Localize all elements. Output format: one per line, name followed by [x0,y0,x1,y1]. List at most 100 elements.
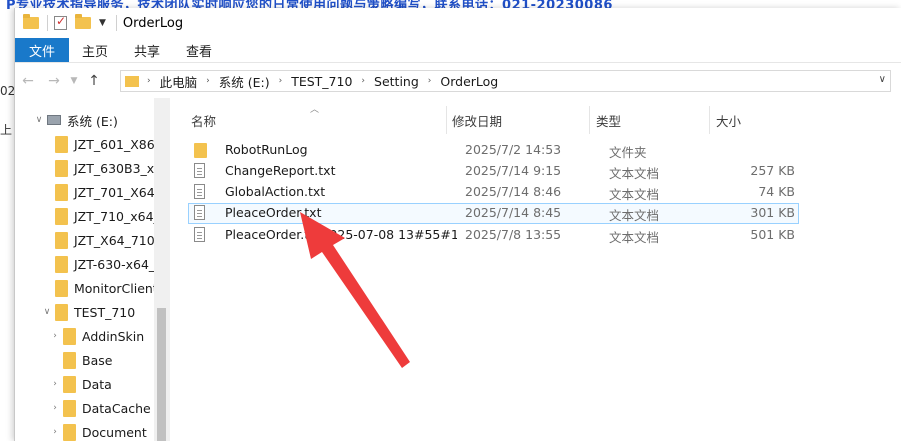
separator [47,15,48,31]
folder-icon [125,75,139,87]
folder-icon [63,327,76,345]
folder-icon [55,303,68,321]
tab-file[interactable]: 文件 [15,38,69,62]
tree-item-label: JZT_601_X86 [74,136,155,152]
breadcrumb-chevron-icon[interactable]: › [361,76,365,86]
file-row[interactable]: ChangeReport.txt 2025/7/14 9:15 文本文档 257… [188,161,799,182]
tree-item-folder[interactable]: › Data [49,372,112,396]
expand-chevron-icon[interactable]: › [49,379,61,389]
navigation-bar: ← → ▼ ↑ › 此电脑 › 系统 (E:) › TEST_710 › Set… [15,66,901,96]
tab-view[interactable]: 查看 [173,38,225,62]
column-header-size[interactable]: 大小 [716,106,796,134]
column-header-type[interactable]: 类型 [596,106,706,134]
tree-item-folder[interactable]: JZT_X64_710 [55,228,155,252]
tree-item-test-710[interactable]: ∨ TEST_710 [41,300,135,324]
breadcrumb-chevron-icon[interactable]: › [428,76,432,86]
new-folder-icon[interactable] [75,14,91,29]
tree-item-folder[interactable]: JZT_710_x64_r [55,204,165,228]
folder-icon [55,159,68,177]
tree-item-label: 系统 (E:) [67,113,118,129]
tree-item-folder[interactable]: JZT_630B3_x6 [55,156,162,180]
address-bar[interactable]: › 此电脑 › 系统 (E:) › TEST_710 › Setting › O… [120,70,891,92]
text-file-icon [194,205,205,220]
tab-home[interactable]: 主页 [69,38,121,62]
file-row-selected[interactable]: PleaceOrder.txt 2025/7/14 8:45 文本文档 301 … [188,203,799,224]
tree-item-label: JZT_710_x64_r [74,208,165,224]
nav-scrollbar-thumb[interactable] [157,308,166,441]
file-type: 文本文档 [609,187,660,202]
folder-icon [194,143,207,158]
breadcrumb-setting[interactable]: Setting [374,74,419,89]
tree-item-label: Document [82,424,147,440]
file-explorer-window: ▼ OrderLog 文件 主页 共享 查看 ← → ▼ ↑ › 此电脑 › 系… [14,8,901,441]
tab-share[interactable]: 共享 [121,38,173,62]
recent-locations-chevron-icon[interactable]: ▼ [67,76,81,86]
ribbon-tabs: 文件 主页 共享 查看 [15,38,901,63]
file-row[interactable]: PleaceOrder.txt2025-07-08 13#55#11... 20… [188,225,799,246]
tree-item-folder[interactable]: JZT-630-x64_ [55,252,155,276]
column-header-name[interactable]: 名称 [191,106,446,134]
folder-icon [55,135,68,153]
customize-toolbar-chevron-icon[interactable]: ▼ [99,18,106,28]
file-type: 文本文档 [609,208,660,223]
file-size: 74 KB [758,184,795,199]
breadcrumb-drive[interactable]: 系统 (E:) [219,72,270,91]
folder-icon [55,231,68,249]
text-file-icon [194,184,205,199]
expand-chevron-icon[interactable]: › [49,331,61,341]
breadcrumb-chevron-icon[interactable]: › [206,76,210,86]
file-name: RobotRunLog [225,142,308,157]
tree-item-folder[interactable]: › DataCache [49,396,151,420]
file-date: 2025/7/14 8:45 [465,205,562,220]
tree-item-label: Base [82,352,113,368]
expand-chevron-icon[interactable]: › [49,427,61,437]
folder-icon [55,183,68,201]
navigation-pane: ∨ 系统 (E:) JZT_601_X86 JZT_630B3_x6 JZT_7… [15,98,170,441]
file-row[interactable]: RobotRunLog 2025/7/2 14:53 文件夹 [188,140,799,161]
tree-item-label: Data [82,376,112,392]
tree-item-folder[interactable]: MonitorClient [55,276,158,300]
file-type: 文本文档 [609,166,660,181]
folder-icon [55,255,68,273]
tree-item-drive-e[interactable]: ∨ 系统 (E:) [33,108,118,132]
tree-item-label: JZT_701_X64 [74,184,155,200]
file-size: 501 KB [750,227,795,242]
folder-icon [55,279,68,297]
breadcrumb-test-710[interactable]: TEST_710 [291,74,352,89]
tree-item-folder[interactable]: › AddinSkin [49,324,144,348]
file-name: PleaceOrder.txt2025-07-08 13#55#11... [225,227,457,242]
tree-item-folder[interactable]: JZT_701_X64 [55,180,155,204]
breadcrumb-this-pc[interactable]: 此电脑 [160,72,198,91]
column-header-date[interactable]: 修改日期 [452,106,588,134]
breadcrumb-orderlog[interactable]: OrderLog [440,74,498,89]
expand-chevron-icon[interactable]: › [49,403,61,413]
file-date: 2025/7/2 14:53 [465,142,562,157]
folder-icon [55,207,68,225]
column-divider[interactable] [589,106,590,134]
file-name: GlobalAction.txt [225,184,326,199]
column-divider[interactable] [709,106,710,134]
tree-item-folder[interactable]: JZT_601_X86 [55,132,155,156]
forward-arrow-icon[interactable]: → [41,73,67,89]
folder-icon [63,423,76,441]
folder-icon [23,14,39,29]
text-file-icon [194,227,205,242]
back-arrow-icon[interactable]: ← [15,73,41,89]
column-divider[interactable] [446,106,447,134]
drive-icon [47,115,61,125]
collapse-chevron-icon[interactable]: ∨ [41,307,53,317]
file-row[interactable]: GlobalAction.txt 2025/7/14 8:46 文本文档 74 … [188,182,799,203]
folder-icon [63,351,76,369]
file-type: 文本文档 [609,230,660,245]
properties-icon[interactable] [54,14,67,30]
address-dropdown-chevron-icon[interactable]: ∨ [879,74,886,85]
up-arrow-icon[interactable]: ↑ [81,73,107,89]
collapse-chevron-icon[interactable]: ∨ [33,115,45,125]
tree-item-label: MonitorClient [74,280,158,296]
breadcrumb-chevron-icon[interactable]: › [147,76,151,86]
file-date: 2025/7/8 13:55 [465,227,562,242]
breadcrumb-chevron-icon[interactable]: › [279,76,283,86]
tree-item-folder[interactable]: › Document [49,420,147,441]
tree-item-folder[interactable]: Base [49,348,112,372]
tree-item-label: JZT_X64_710 [74,232,155,248]
